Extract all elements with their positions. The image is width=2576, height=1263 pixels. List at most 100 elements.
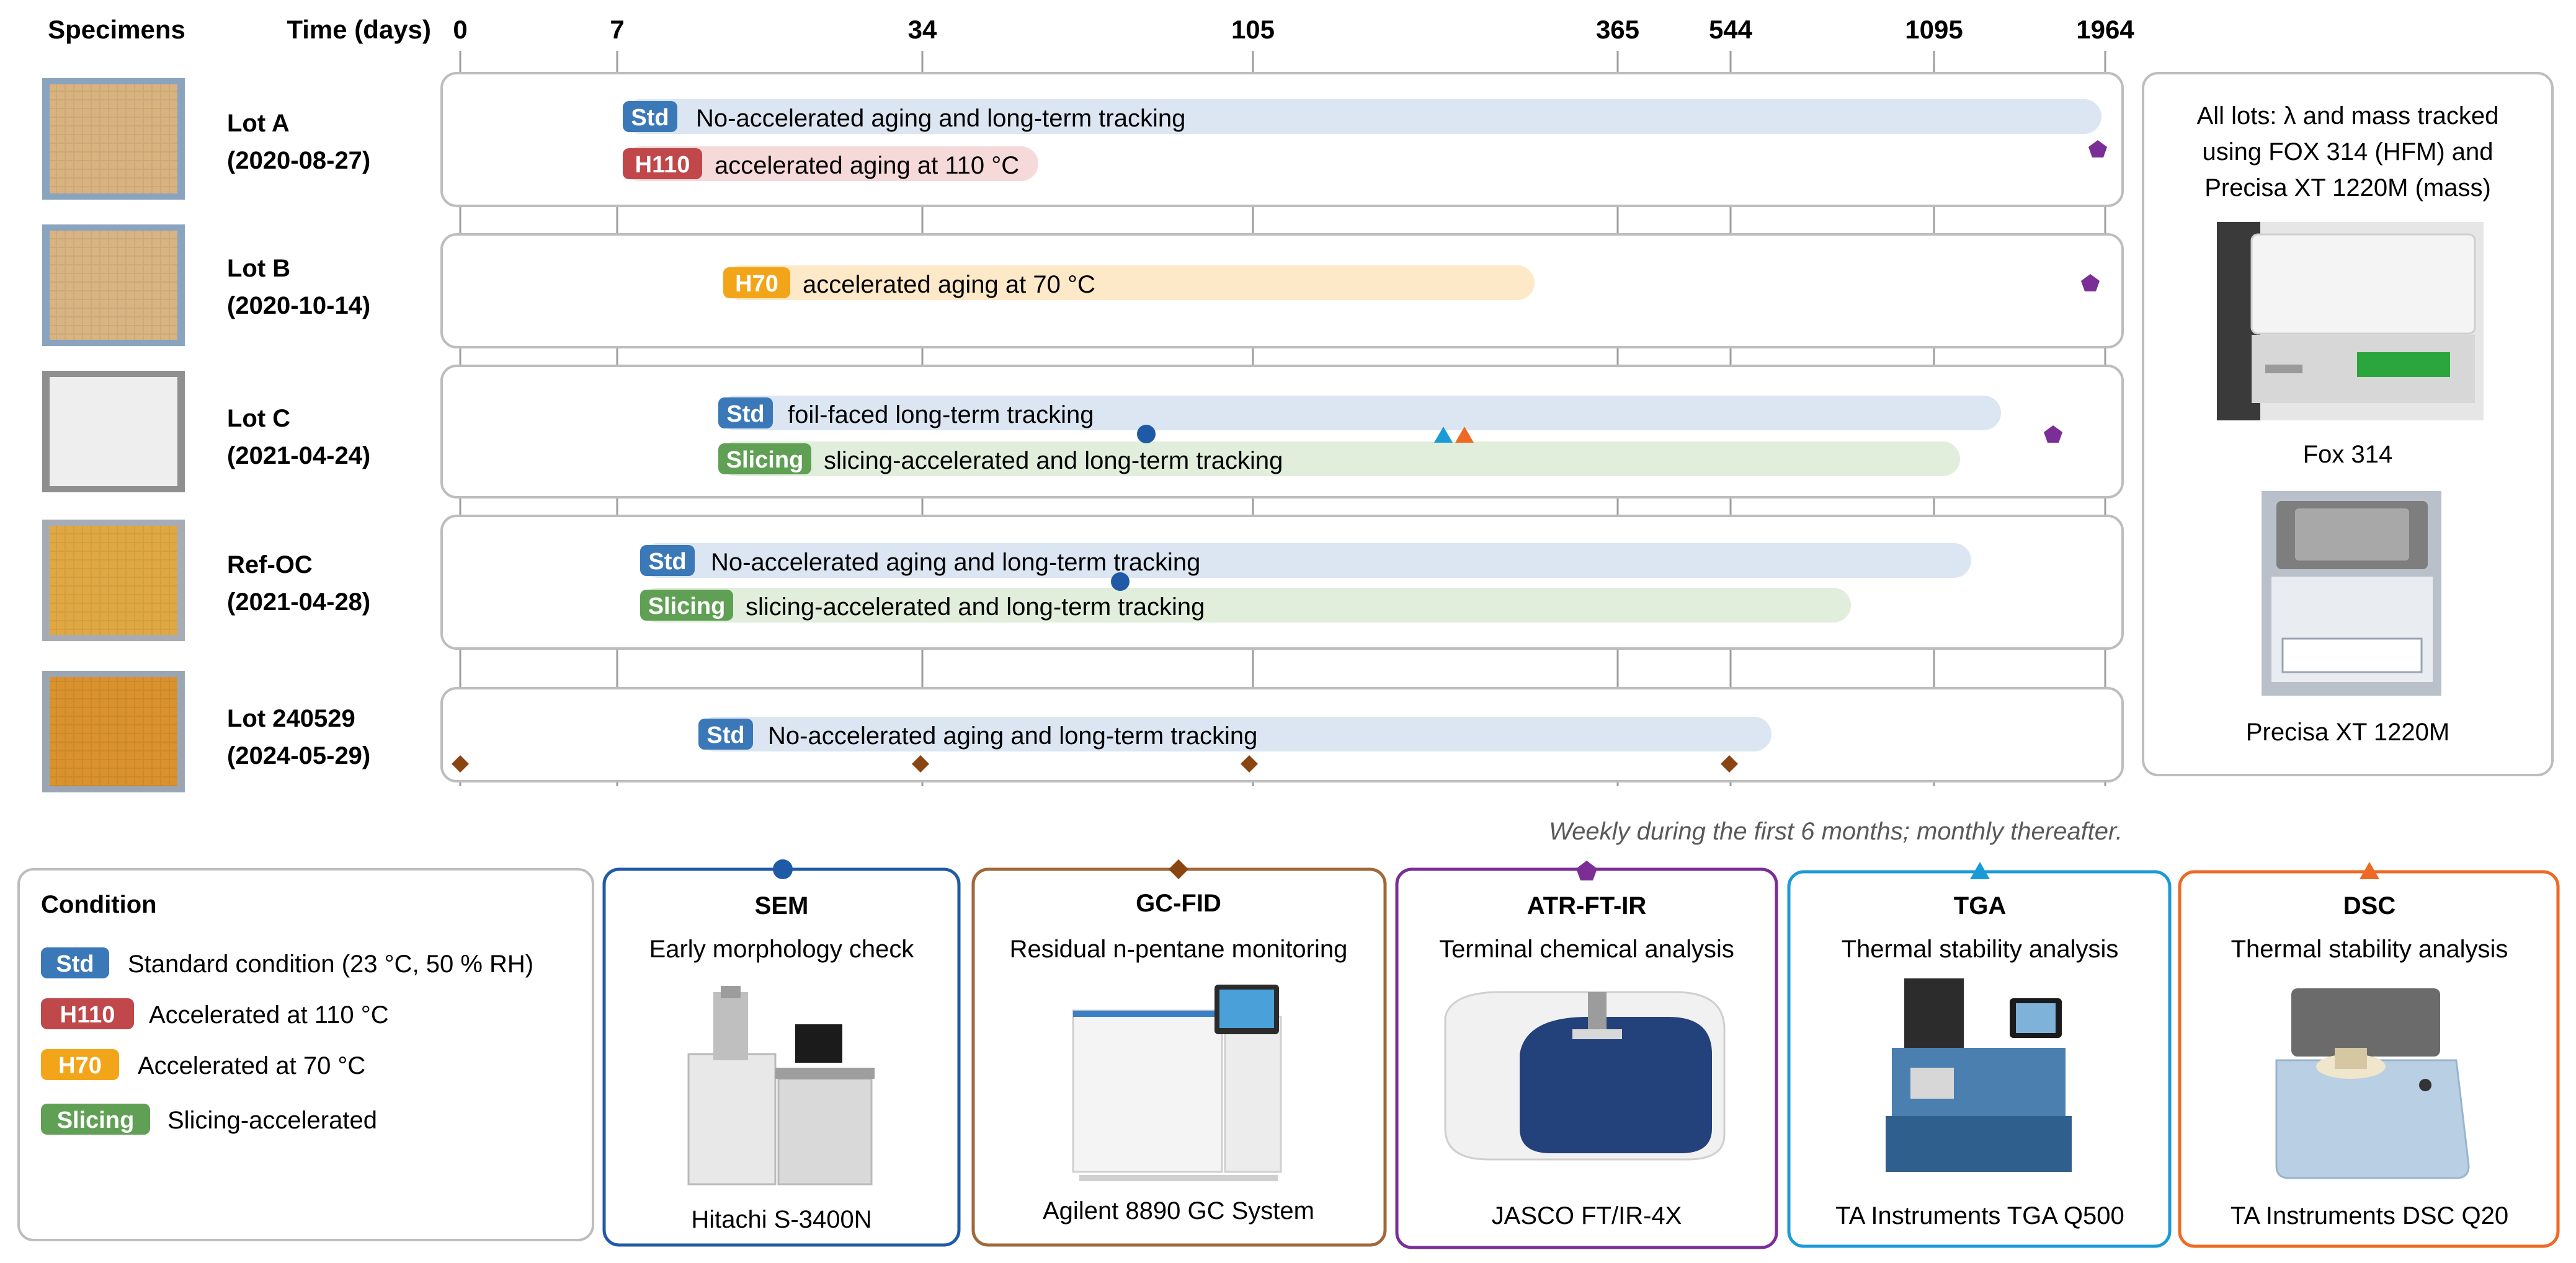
instrument-title: TGA xyxy=(1954,892,2006,920)
h70-badge-label: H70 xyxy=(735,271,778,297)
legend-label: Slicing-accelerated xyxy=(167,1107,377,1134)
instrument-model: JASCO FT/IR-4X xyxy=(1492,1202,1682,1230)
lot-date: (2021-04-28) xyxy=(227,588,370,616)
lot-c-panel xyxy=(440,365,2124,499)
instrument-title: GC-FID xyxy=(1136,890,1221,917)
fox-314-photo xyxy=(2217,222,2484,420)
ref-oc-panel xyxy=(440,515,2124,650)
lot-c-std-track: Std foil-faced long-term tracking xyxy=(718,396,2001,430)
gc-sampling-note: Weekly during the first 6 months; monthl… xyxy=(1549,818,2123,845)
instrument-desc: Thermal stability analysis xyxy=(1842,936,2119,963)
instrument-model: TA Instruments DSC Q20 xyxy=(2231,1202,2508,1230)
gc-fid-instrument-photo xyxy=(1072,985,1282,1181)
legend-label: Standard condition (23 °C, 50 % RH) xyxy=(128,951,533,978)
condition-legend: Condition Std Standard condition (23 °C,… xyxy=(17,868,594,1241)
std-badge-label: Std xyxy=(631,105,669,131)
sem-card: SEM Early morphology check Hitachi S-340… xyxy=(602,859,961,1247)
circle-marker-icon xyxy=(1137,425,1156,443)
aging-timeline-diagram: Specimens Time (days) 0 7 34 105 365 544… xyxy=(17,15,2560,1249)
lot-a-panel xyxy=(440,72,2124,207)
lot-240529-std-track: Std No-accelerated aging and long-term t… xyxy=(698,717,1772,751)
track-label: No-accelerated aging and long-term track… xyxy=(696,105,1185,132)
h110-badge-label: H110 xyxy=(635,152,690,178)
atr-ft-ir-card: ATR-FT-IR Terminal chemical analysis JAS… xyxy=(1395,861,1778,1249)
side-panel-text: Precisa XT 1220M (mass) xyxy=(2204,174,2491,202)
lot-a-h110-track: H110 accelerated aging at 110 °C xyxy=(623,146,1038,181)
lot-name: Lot A xyxy=(227,110,290,137)
std-badge-label: Std xyxy=(726,401,764,427)
lot-a-specimen-photo xyxy=(42,78,185,200)
slicing-badge-label: Slicing xyxy=(726,447,804,473)
lot-name: Ref-OC xyxy=(227,551,313,578)
slicing-badge-label: Slicing xyxy=(648,593,726,619)
tga-card: TGA Thermal stability analysis TA Instru… xyxy=(1787,862,2172,1248)
instrument-desc: Early morphology check xyxy=(649,936,915,963)
lot-name: Lot C xyxy=(227,405,290,432)
instrument-desc: Terminal chemical analysis xyxy=(1439,936,1734,963)
lot-date: (2024-05-29) xyxy=(227,742,370,769)
lot-c-slicing-track: Slicing slicing-accelerated and long-ter… xyxy=(718,441,1960,476)
legend-title: Condition xyxy=(41,891,157,918)
track-label: No-accelerated aging and long-term track… xyxy=(711,549,1200,576)
ref-oc-slicing-track: Slicing slicing-accelerated and long-ter… xyxy=(640,588,1851,623)
specimen-thumbnails xyxy=(42,78,185,792)
instrument-model: Hitachi S-3400N xyxy=(691,1206,871,1233)
instrument-desc: Residual n-pentane monitoring xyxy=(1010,936,1348,963)
lot-b-h70-track: H70 accelerated aging at 70 °C xyxy=(723,265,1535,300)
circle-marker-icon xyxy=(1111,572,1130,591)
time-ticks: 0 7 34 105 365 544 1095 1964 xyxy=(453,15,2134,44)
lot-240529-specimen-photo xyxy=(42,671,185,792)
std-badge-label: Std xyxy=(56,951,94,977)
lot-a-std-track: Std No-accelerated aging and long-term t… xyxy=(623,99,2101,134)
track-label: accelerated aging at 70 °C xyxy=(803,271,1095,298)
ref-oc-std-track: Std No-accelerated aging and long-term t… xyxy=(640,543,1971,578)
instrument-title: DSC xyxy=(2343,892,2396,920)
lot-name: Lot 240529 xyxy=(227,705,355,732)
track-label: slicing-accelerated and long-term tracki… xyxy=(824,447,1283,474)
lot-b-specimen-photo xyxy=(42,224,185,346)
tick-label: 0 xyxy=(453,15,467,44)
legend-label: Accelerated at 70 °C xyxy=(138,1052,365,1079)
tick-label: 34 xyxy=(908,15,937,44)
precisa-caption: Precisa XT 1220M xyxy=(2246,719,2449,746)
precisa-balance-photo xyxy=(2262,491,2441,696)
legend-label: Accelerated at 110 °C xyxy=(149,1001,389,1029)
h70-badge-label: H70 xyxy=(58,1053,102,1079)
ft-ir-instrument-photo xyxy=(1444,991,1726,1161)
circle-marker-icon xyxy=(773,859,793,879)
instrument-model: Agilent 8890 GC System xyxy=(1043,1197,1314,1225)
lot-c-specimen-photo xyxy=(42,371,185,492)
track-label: slicing-accelerated and long-term tracki… xyxy=(746,593,1205,621)
side-panel-text: using FOX 314 (HFM) and xyxy=(2202,138,2493,166)
instrument-title: ATR-FT-IR xyxy=(1527,892,1647,920)
lot-date: (2021-04-24) xyxy=(227,442,370,469)
dsc-card: DSC Thermal stability analysis TA Instru… xyxy=(2178,862,2560,1248)
track-label: No-accelerated aging and long-term track… xyxy=(768,722,1257,750)
time-axis-header: Time (days) xyxy=(287,15,431,44)
track-label: accelerated aging at 110 °C xyxy=(715,152,1019,179)
lot-labels: Lot A (2020-08-27) Lot B (2020-10-14) Lo… xyxy=(227,110,370,769)
instrument-model: TA Instruments TGA Q500 xyxy=(1835,1202,2124,1230)
instrument-desc: Thermal stability analysis xyxy=(2231,936,2508,963)
side-panel-text: All lots: λ and mass tracked xyxy=(2197,102,2499,130)
tick-label: 105 xyxy=(1231,15,1275,44)
h110-badge-label: H110 xyxy=(60,1002,115,1028)
dsc-instrument-photo xyxy=(2275,988,2470,1179)
lot-name: Lot B xyxy=(227,255,290,282)
measurement-side-panel: All lots: λ and mass tracked using FOX 3… xyxy=(2142,72,2554,776)
tick-label: 7 xyxy=(610,15,624,44)
track-label: foil-faced long-term tracking xyxy=(788,401,1094,428)
tick-label: 365 xyxy=(1596,15,1639,44)
ref-oc-specimen-photo xyxy=(42,520,185,641)
tick-label: 1095 xyxy=(1905,15,1963,44)
instrument-title: SEM xyxy=(755,892,809,920)
slicing-badge-label: Slicing xyxy=(57,1107,135,1133)
std-badge-label: Std xyxy=(706,722,744,748)
specimens-header: Specimens xyxy=(48,15,185,44)
tick-label: 544 xyxy=(1709,15,1753,44)
gc-fid-card: GC-FID Residual n-pentane monitoring Agi… xyxy=(971,859,1387,1247)
tick-label: 1964 xyxy=(2076,15,2134,44)
lot-date: (2020-10-14) xyxy=(227,292,370,319)
std-badge-label: Std xyxy=(648,549,686,575)
fox-314-caption: Fox 314 xyxy=(2303,441,2393,468)
